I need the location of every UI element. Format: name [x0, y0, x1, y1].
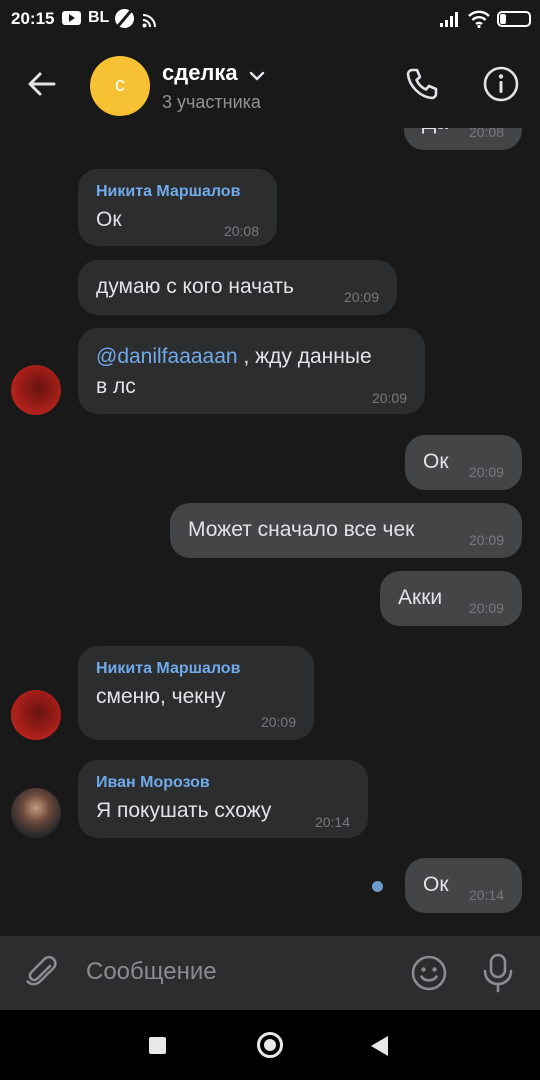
back-arrow-icon[interactable]: [22, 64, 62, 104]
message-time: 20:08: [223, 223, 259, 239]
message-bubble-incoming[interactable]: Иван Морозов Я покушать схожу 20:14: [78, 760, 368, 838]
message-sender: Никита Маршалов: [96, 183, 241, 200]
message-input[interactable]: Сообщение: [86, 958, 217, 986]
message-text: @danilfaaaaan , жду данные: [96, 342, 372, 372]
message-text: думаю с кого начать: [96, 275, 294, 298]
message-bubble-incoming[interactable]: Никита Маршалов Ок 20:08: [78, 169, 277, 246]
back-icon[interactable]: [371, 1036, 388, 1056]
message-list[interactable]: Да 20:08 Никита Маршалов Ок 20:08 думаю …: [0, 128, 540, 936]
avatar[interactable]: [11, 365, 61, 415]
cast-icon: [142, 14, 156, 28]
vpn-icon: [115, 9, 134, 28]
message-text: Акки: [398, 586, 443, 609]
message-time: 20:09: [468, 532, 504, 548]
message-time: 20:14: [314, 814, 350, 830]
message-bubble-outgoing[interactable]: Ок 20:14: [405, 858, 522, 913]
chat-title[interactable]: сделка: [162, 60, 238, 86]
avatar[interactable]: [11, 788, 61, 838]
message-time: 20:08: [468, 128, 504, 140]
youtube-icon: [62, 11, 81, 25]
message-time: 20:09: [371, 390, 407, 406]
message-sender: Иван Морозов: [96, 774, 210, 791]
signal-icon: [440, 12, 458, 27]
message-bubble-incoming[interactable]: Никита Маршалов сменю, чекну 20:09: [78, 646, 314, 740]
message-text: Да: [422, 128, 448, 138]
message-bubble-outgoing[interactable]: Акки 20:09: [380, 571, 522, 626]
message-time: 20:09: [343, 289, 379, 305]
message-text: Я покушать схожу: [96, 799, 272, 822]
microphone-icon[interactable]: [480, 952, 516, 994]
participants-count: 3 участника: [162, 92, 261, 112]
message-text: Ок: [96, 208, 122, 231]
message-bubble-outgoing[interactable]: Ок 20:09: [405, 435, 522, 490]
message-text: Может сначало все чек: [188, 518, 415, 541]
chevron-down-icon[interactable]: [249, 71, 265, 81]
info-icon[interactable]: [481, 64, 521, 104]
wifi-icon: [468, 10, 490, 28]
message-time: 20:09: [260, 714, 296, 730]
home-icon[interactable]: [257, 1032, 283, 1058]
message-text-part: , жду данные: [237, 345, 372, 368]
carrier-badge: BL: [88, 9, 110, 26]
message-text-line-2: в лс: [96, 375, 136, 398]
message-time: 20:14: [468, 887, 504, 903]
message-time: 20:09: [468, 464, 504, 480]
chat-avatar[interactable]: с: [90, 56, 150, 116]
user-mention-link[interactable]: @danilfaaaaan: [96, 345, 238, 368]
message-sender: Никита Маршалов: [96, 660, 241, 677]
attach-icon[interactable]: [22, 952, 62, 992]
emoji-icon[interactable]: [409, 953, 449, 993]
message-bubble-incoming[interactable]: @danilfaaaaan , жду данные в лс 20:09: [78, 328, 425, 414]
status-bar: 20:15 BL 20: [0, 0, 540, 40]
message-text: Ок: [423, 873, 449, 896]
message-composer: Сообщение: [0, 936, 540, 1010]
battery-icon: 20: [497, 11, 531, 27]
message-bubble-incoming[interactable]: думаю с кого начать 20:09: [78, 260, 397, 315]
system-navigation-bar: [0, 1010, 540, 1080]
avatar[interactable]: [11, 690, 61, 740]
chat-header: с сделка 3 участника: [0, 40, 540, 128]
unread-indicator: [372, 881, 383, 892]
message-bubble-outgoing[interactable]: Может сначало все чек 20:09: [170, 503, 522, 558]
message-text: Ок: [423, 450, 449, 473]
battery-level: 20: [507, 12, 521, 24]
recent-apps-icon[interactable]: [149, 1037, 166, 1054]
message-time: 20:09: [468, 600, 504, 616]
phone-icon[interactable]: [402, 64, 442, 104]
message-text: сменю, чекну: [96, 685, 226, 708]
chat-avatar-letter: с: [115, 74, 125, 96]
message-bubble-outgoing[interactable]: Да 20:08: [404, 128, 522, 150]
status-time: 20:15: [11, 9, 55, 28]
